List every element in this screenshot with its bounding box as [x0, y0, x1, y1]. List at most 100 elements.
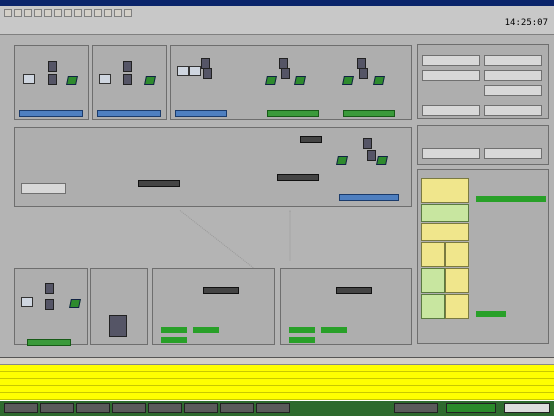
- pc-icon[interactable]: [23, 74, 35, 84]
- alarm-row[interactable]: [0, 379, 554, 386]
- status-box[interactable]: [175, 110, 227, 117]
- alarm-row[interactable]: [0, 365, 554, 372]
- network-button[interactable]: [21, 183, 66, 194]
- alarm-row[interactable]: [0, 372, 554, 379]
- control-button-6[interactable]: [422, 105, 480, 116]
- status-cell[interactable]: [421, 268, 445, 293]
- server-icon[interactable]: [123, 74, 132, 85]
- plc-icon[interactable]: [336, 156, 348, 165]
- control-button-1[interactable]: [422, 55, 480, 66]
- status-box[interactable]: [27, 339, 71, 346]
- toolbar-button-10[interactable]: [94, 9, 102, 17]
- clock: 14:25:07: [504, 18, 548, 28]
- status-cell[interactable]: [421, 178, 469, 203]
- status-cell[interactable]: [421, 223, 469, 241]
- task-button[interactable]: [4, 403, 38, 413]
- pc-icon[interactable]: [177, 66, 189, 76]
- server-icon: [45, 283, 54, 294]
- alarm-row[interactable]: [0, 386, 554, 393]
- status-box[interactable]: [97, 110, 161, 117]
- plc-icon[interactable]: [144, 76, 156, 85]
- plc-icon[interactable]: [373, 76, 385, 85]
- switch-icon[interactable]: [203, 287, 239, 294]
- control-button-5[interactable]: [484, 85, 542, 96]
- switch-icon[interactable]: [277, 174, 319, 181]
- io-status: [193, 327, 219, 333]
- server-icon[interactable]: [203, 68, 212, 79]
- plc-icon[interactable]: [265, 76, 277, 85]
- task-button[interactable]: [220, 403, 254, 413]
- toolbar-button-6[interactable]: [54, 9, 62, 17]
- toolbar-button-13[interactable]: [124, 9, 132, 17]
- switch-icon[interactable]: [138, 180, 180, 187]
- status-box[interactable]: [19, 110, 83, 117]
- task-button[interactable]: [40, 403, 74, 413]
- plc-icon[interactable]: [342, 76, 354, 85]
- toolbar-button-1[interactable]: [4, 9, 12, 17]
- status-cell[interactable]: [445, 268, 469, 293]
- toolbar-button-9[interactable]: [84, 9, 92, 17]
- status-box[interactable]: [267, 110, 319, 117]
- toolbar-button-8[interactable]: [74, 9, 82, 17]
- task-button[interactable]: [112, 403, 146, 413]
- pc-icon[interactable]: [99, 74, 111, 84]
- analysis-panel: [417, 125, 549, 165]
- status-cell[interactable]: [421, 242, 445, 267]
- io-status: [321, 327, 347, 333]
- server-icon[interactable]: [45, 299, 54, 310]
- task-button[interactable]: [148, 403, 182, 413]
- server-icon: [363, 138, 372, 149]
- status-box[interactable]: [343, 110, 395, 117]
- switch-icon[interactable]: [300, 136, 322, 143]
- server-icon[interactable]: [281, 68, 290, 79]
- cabinet-icon[interactable]: [109, 315, 127, 337]
- plc-icon[interactable]: [376, 156, 388, 165]
- task-button[interactable]: [256, 403, 290, 413]
- status-cell[interactable]: [421, 294, 445, 319]
- status-cell[interactable]: [445, 242, 469, 267]
- io-status: [161, 337, 187, 343]
- control-button-2[interactable]: [484, 55, 542, 66]
- server-icon[interactable]: [48, 74, 57, 85]
- io-status: [289, 327, 315, 333]
- status-cell[interactable]: [445, 294, 469, 319]
- plc-icon[interactable]: [69, 299, 81, 308]
- pc-icon[interactable]: [189, 66, 201, 76]
- plc-icon[interactable]: [294, 76, 306, 85]
- server-icon: [48, 61, 57, 72]
- logo: [504, 403, 550, 413]
- toolbar-button-3[interactable]: [24, 9, 32, 17]
- status-indicator: [476, 311, 506, 317]
- analysis-button-1[interactable]: [422, 148, 480, 159]
- status-cell[interactable]: [421, 204, 469, 222]
- panel-top-3: [170, 45, 412, 120]
- control-button-4[interactable]: [484, 70, 542, 81]
- control-button-7[interactable]: [484, 105, 542, 116]
- status-panel: [417, 169, 549, 344]
- taskbar: [0, 401, 554, 416]
- io-status: [161, 327, 187, 333]
- alarm-row[interactable]: [0, 393, 554, 400]
- control-button-3[interactable]: [422, 70, 480, 81]
- plc-icon[interactable]: [66, 76, 78, 85]
- status-box[interactable]: [339, 194, 399, 201]
- toolbar-button-12[interactable]: [114, 9, 122, 17]
- toolbar-button-11[interactable]: [104, 9, 112, 17]
- network-link: [289, 210, 291, 261]
- toolbar-button-7[interactable]: [64, 9, 72, 17]
- task-button[interactable]: [76, 403, 110, 413]
- pc-icon[interactable]: [21, 297, 33, 307]
- switch-icon[interactable]: [336, 287, 372, 294]
- toolbar-button-5[interactable]: [44, 9, 52, 17]
- server-icon[interactable]: [359, 68, 368, 79]
- toolbar-button-2[interactable]: [14, 9, 22, 17]
- task-button[interactable]: [184, 403, 218, 413]
- server-icon[interactable]: [367, 150, 376, 161]
- panel-bottom-1: [14, 268, 88, 346]
- task-button[interactable]: [394, 403, 438, 413]
- status-indicator: [476, 196, 546, 202]
- task-button[interactable]: [446, 403, 496, 413]
- panel-top-1: [14, 45, 89, 120]
- analysis-button-2[interactable]: [484, 148, 542, 159]
- toolbar-button-4[interactable]: [34, 9, 42, 17]
